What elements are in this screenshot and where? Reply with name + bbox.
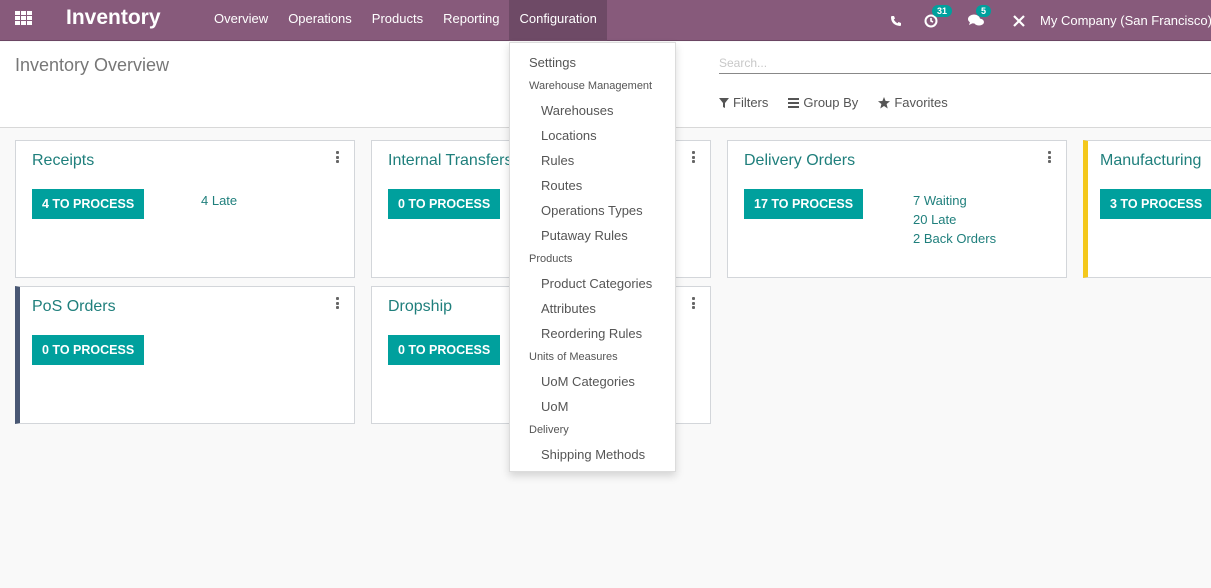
messages-icon[interactable]: 5: [968, 5, 992, 27]
late-link[interactable]: 20 Late: [913, 210, 996, 229]
main-menu: Overview Operations Products Reporting C…: [204, 0, 607, 41]
back-orders-link[interactable]: 2 Back Orders: [913, 229, 996, 248]
section-header-delivery: Delivery: [529, 424, 569, 436]
card-title[interactable]: Receipts: [32, 152, 94, 170]
page-title: Inventory Overview: [15, 55, 170, 75]
menu-item-putaway-rules[interactable]: Putaway Rules: [510, 223, 675, 248]
menu-item-uom[interactable]: UoM: [510, 394, 675, 419]
filter-icon: [719, 97, 729, 108]
card-options-icon[interactable]: [692, 151, 696, 163]
card-options-icon[interactable]: [1048, 151, 1052, 163]
menu-item-attributes[interactable]: Attributes: [510, 296, 675, 321]
card-stats: 4 Late: [201, 191, 237, 210]
favorites-label: Favorites: [894, 95, 948, 110]
menu-item-product-categories[interactable]: Product Categories: [510, 271, 675, 296]
late-link[interactable]: 4 Late: [201, 191, 237, 210]
card-delivery-orders: Delivery Orders 17 TO PROCESS 7 Waiting …: [727, 140, 1067, 278]
to-process-button[interactable]: 17 TO PROCESS: [744, 189, 864, 219]
search-input[interactable]: [719, 53, 1211, 74]
card-pos-orders: PoS Orders 0 TO PROCESS: [15, 286, 355, 424]
card-options-icon[interactable]: [336, 297, 340, 309]
menu-item-operations-types[interactable]: Operations Types: [510, 198, 675, 223]
card-title[interactable]: PoS Orders: [32, 298, 116, 316]
menu-operations[interactable]: Operations: [278, 0, 362, 41]
debug-tools-icon[interactable]: [1012, 14, 1026, 28]
systray: 31 5 My Company (San Francisco): [890, 0, 1211, 41]
favorites-button[interactable]: Favorites: [878, 95, 948, 110]
menu-item-warehouses[interactable]: Warehouses: [510, 98, 675, 123]
filters-button[interactable]: Filters: [719, 95, 768, 110]
menu-item-reordering-rules[interactable]: Reordering Rules: [510, 321, 675, 346]
card-title[interactable]: Delivery Orders: [744, 152, 855, 170]
menu-products[interactable]: Products: [362, 0, 433, 41]
filters-label: Filters: [733, 95, 769, 110]
star-icon: [878, 96, 891, 108]
group-by-label: Group By: [803, 95, 859, 110]
to-process-button[interactable]: 4 TO PROCESS: [32, 189, 145, 219]
to-process-button[interactable]: 3 TO PROCESS: [1100, 189, 1211, 219]
card-receipts: Receipts 4 TO PROCESS 4 Late: [15, 140, 355, 278]
card-title[interactable]: Dropship: [388, 298, 452, 316]
waiting-link[interactable]: 7 Waiting: [913, 191, 996, 210]
messages-count-badge: 5: [976, 5, 992, 17]
top-navbar: Inventory Overview Operations Products R…: [0, 0, 1211, 41]
card-title[interactable]: Internal Transfers: [388, 152, 513, 170]
card-manufacturing: Manufacturing 3 TO PROCESS: [1083, 140, 1211, 278]
menu-item-routes[interactable]: Routes: [510, 173, 675, 198]
company-switcher[interactable]: My Company (San Francisco): [1040, 13, 1211, 28]
activity-count-badge: 31: [932, 4, 953, 17]
apps-menu-icon[interactable]: [15, 11, 33, 25]
card-options-icon[interactable]: [692, 297, 696, 309]
card-stats: 7 Waiting 20 Late 2 Back Orders: [913, 191, 996, 248]
menu-item-rules[interactable]: Rules: [510, 148, 675, 173]
to-process-button[interactable]: 0 TO PROCESS: [32, 335, 145, 365]
section-header-warehouse: Warehouse Management: [529, 80, 653, 92]
menu-item-shipping-methods[interactable]: Shipping Methods: [510, 442, 675, 467]
section-header-uom: Units of Measures: [529, 351, 618, 363]
menu-configuration[interactable]: Configuration: [509, 0, 607, 41]
menu-item-settings[interactable]: Settings: [510, 50, 675, 75]
menu-item-locations[interactable]: Locations: [510, 123, 675, 148]
menu-item-uom-categories[interactable]: UoM Categories: [510, 369, 675, 394]
card-title[interactable]: Manufacturing: [1100, 152, 1201, 170]
app-title[interactable]: Inventory: [66, 6, 161, 30]
menu-reporting[interactable]: Reporting: [433, 0, 509, 41]
list-icon: [788, 97, 800, 108]
search-options: Filters Group By Favorites: [719, 95, 948, 110]
to-process-button[interactable]: 0 TO PROCESS: [388, 189, 501, 219]
group-by-button[interactable]: Group By: [788, 95, 858, 110]
phone-icon[interactable]: [890, 15, 902, 27]
menu-overview[interactable]: Overview: [204, 0, 278, 41]
section-header-products: Products: [529, 253, 573, 265]
card-options-icon[interactable]: [336, 151, 340, 163]
activity-icon[interactable]: 31: [924, 4, 953, 28]
to-process-button[interactable]: 0 TO PROCESS: [388, 335, 501, 365]
configuration-dropdown: Settings Warehouse Management Warehouses…: [509, 42, 676, 472]
